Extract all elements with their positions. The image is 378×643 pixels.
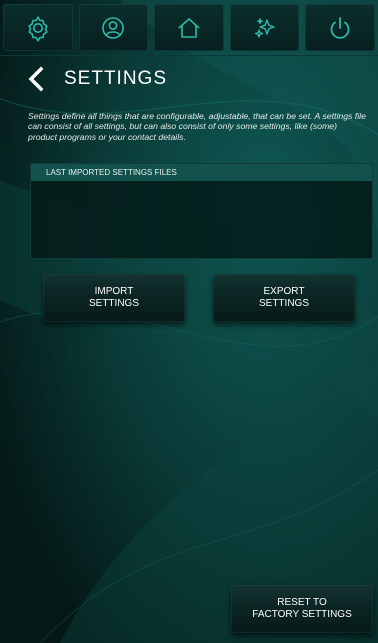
page-header: SETTINGS — [26, 64, 167, 94]
nav-home-button[interactable] — [154, 4, 224, 51]
files-panel-header: LAST IMPORTED SETTINGS FILES — [31, 164, 372, 181]
sparkle-icon — [254, 17, 275, 38]
export-settings-button[interactable]: EXPORT SETTINGS — [213, 274, 355, 322]
import-settings-label: IMPORT SETTINGS — [88, 286, 139, 309]
files-list[interactable] — [31, 181, 372, 258]
home-icon — [178, 17, 200, 38]
settings-description: Settings define all things that are conf… — [28, 111, 366, 142]
page-title: SETTINGS — [64, 68, 168, 89]
chevron-left-icon[interactable] — [26, 66, 46, 92]
power-icon — [330, 16, 350, 39]
reset-factory-settings-label: RESET TO FACTORY SETTINGS — [252, 597, 352, 620]
last-imported-files-panel: LAST IMPORTED SETTINGS FILES — [30, 163, 373, 259]
nav-settings-button[interactable] — [3, 4, 73, 51]
reset-factory-settings-button[interactable]: RESET TO FACTORY SETTINGS — [231, 585, 373, 633]
top-navigation-bar — [0, 0, 378, 56]
nav-power-button[interactable] — [305, 4, 375, 51]
user-icon — [102, 16, 125, 39]
gear-icon — [28, 15, 48, 42]
import-settings-button[interactable]: IMPORT SETTINGS — [43, 274, 185, 322]
nav-effects-button[interactable] — [229, 4, 300, 51]
export-settings-label: EXPORT SETTINGS — [258, 286, 309, 309]
nav-profile-button[interactable] — [78, 4, 149, 51]
